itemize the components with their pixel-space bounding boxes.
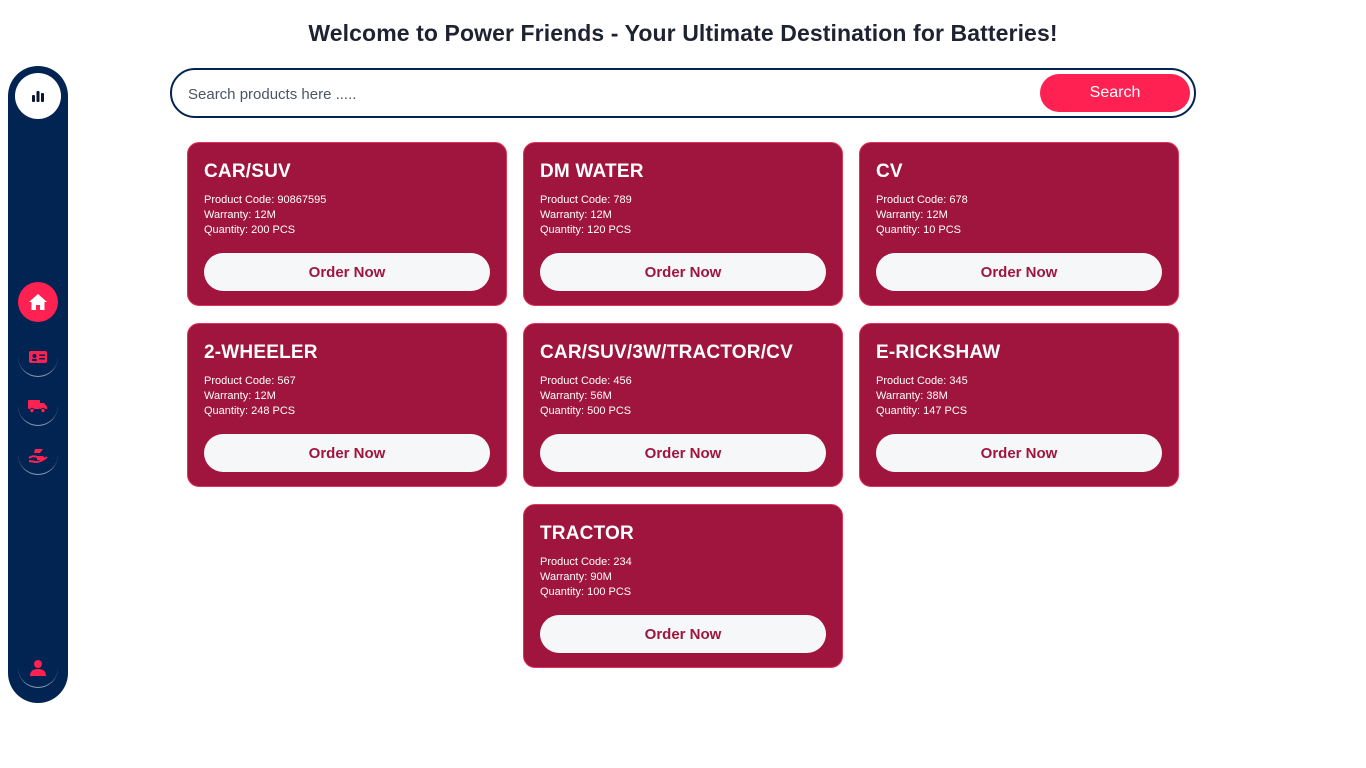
- product-card: CAR/SUV Product Code: 90867595 Warranty:…: [187, 142, 507, 306]
- quantity-value: 147 PCS: [923, 405, 968, 417]
- product-code-value: 90867595: [277, 194, 327, 206]
- product-details: Product Code: 678 Warranty: 12M Quantity…: [876, 193, 968, 238]
- product-name: DM WATER: [540, 161, 644, 182]
- search-button[interactable]: Search: [1040, 74, 1190, 112]
- product-code-value: 678: [949, 194, 968, 206]
- warranty-label: Warranty:: [540, 209, 588, 221]
- product-code-label: Product Code:: [876, 375, 947, 387]
- product-card: CAR/SUV/3W/TRACTOR/CV Product Code: 456 …: [523, 323, 843, 487]
- order-now-button[interactable]: Order Now: [540, 253, 826, 291]
- order-now-button[interactable]: Order Now: [876, 253, 1162, 291]
- quantity-label: Quantity:: [876, 405, 921, 417]
- product-name: CAR/SUV/3W/TRACTOR/CV: [540, 342, 793, 363]
- sidebar-item-support[interactable]: [18, 435, 58, 475]
- product-code-label: Product Code:: [204, 194, 275, 206]
- search-bar: Search: [170, 68, 1196, 118]
- quantity-label: Quantity:: [876, 224, 921, 236]
- warranty-label: Warranty:: [204, 390, 252, 402]
- product-code-value: 345: [949, 375, 968, 387]
- product-details: Product Code: 567 Warranty: 12M Quantity…: [204, 374, 296, 419]
- quantity-label: Quantity:: [540, 224, 585, 236]
- quantity-label: Quantity:: [540, 405, 585, 417]
- product-card: TRACTOR Product Code: 234 Warranty: 90M …: [523, 504, 843, 668]
- quantity-value: 100 PCS: [587, 586, 632, 598]
- warranty-value: 12M: [590, 209, 612, 221]
- product-details: Product Code: 90867595 Warranty: 12M Qua…: [204, 193, 326, 238]
- warranty-label: Warranty:: [876, 390, 924, 402]
- product-code-value: 789: [613, 194, 632, 206]
- warranty-value: 12M: [254, 209, 276, 221]
- warranty-value: 56M: [590, 390, 612, 402]
- user-icon: [30, 659, 46, 676]
- product-card: 2-WHEELER Product Code: 567 Warranty: 12…: [187, 323, 507, 487]
- order-now-button[interactable]: Order Now: [204, 253, 490, 291]
- id-card-icon: [29, 350, 47, 363]
- warranty-value: 12M: [254, 390, 276, 402]
- warranty-label: Warranty:: [540, 390, 588, 402]
- warranty-value: 90M: [590, 571, 612, 583]
- product-code-label: Product Code:: [204, 375, 275, 387]
- warranty-label: Warranty:: [876, 209, 924, 221]
- product-card: E-RICKSHAW Product Code: 345 Warranty: 3…: [859, 323, 1179, 487]
- product-code-label: Product Code:: [540, 194, 611, 206]
- page-title: Welcome to Power Friends - Your Ultimate…: [308, 20, 1058, 46]
- product-code-label: Product Code:: [540, 556, 611, 568]
- dashboard-chart-icon: [32, 91, 44, 102]
- order-now-button[interactable]: Order Now: [540, 615, 826, 653]
- product-name: 2-WHEELER: [204, 342, 318, 363]
- sidebar-item-profile[interactable]: [18, 648, 58, 688]
- warranty-value: 38M: [926, 390, 948, 402]
- home-icon: [29, 294, 47, 310]
- order-now-button[interactable]: Order Now: [540, 434, 826, 472]
- quantity-value: 500 PCS: [587, 405, 632, 417]
- quantity-label: Quantity:: [204, 224, 249, 236]
- quantity-value: 248 PCS: [251, 405, 296, 417]
- quantity-label: Quantity:: [540, 586, 585, 598]
- product-name: TRACTOR: [540, 523, 634, 544]
- order-now-button[interactable]: Order Now: [204, 434, 490, 472]
- sidebar: [8, 66, 68, 703]
- search-input[interactable]: [188, 82, 1028, 106]
- product-details: Product Code: 789 Warranty: 12M Quantity…: [540, 193, 632, 238]
- product-code-label: Product Code:: [540, 375, 611, 387]
- delivery-truck-icon: [28, 399, 47, 413]
- product-code-label: Product Code:: [876, 194, 947, 206]
- product-name: CAR/SUV: [204, 161, 291, 182]
- product-details: Product Code: 234 Warranty: 90M Quantity…: [540, 555, 632, 600]
- quantity-value: 10 PCS: [923, 224, 962, 236]
- hand-holding-icon: [28, 448, 48, 463]
- quantity-label: Quantity:: [204, 405, 249, 417]
- product-card: CV Product Code: 678 Warranty: 12M Quant…: [859, 142, 1179, 306]
- quantity-value: 200 PCS: [251, 224, 296, 236]
- quantity-value: 120 PCS: [587, 224, 632, 236]
- product-details: Product Code: 456 Warranty: 56M Quantity…: [540, 374, 632, 419]
- product-grid: CAR/SUV Product Code: 90867595 Warranty:…: [187, 142, 1179, 668]
- product-name: E-RICKSHAW: [876, 342, 1001, 363]
- product-card: DM WATER Product Code: 789 Warranty: 12M…: [523, 142, 843, 306]
- sidebar-item-home[interactable]: [18, 282, 58, 322]
- order-now-button[interactable]: Order Now: [876, 434, 1162, 472]
- product-details: Product Code: 345 Warranty: 38M Quantity…: [876, 374, 968, 419]
- product-code-value: 234: [613, 556, 632, 568]
- sidebar-dashboard-button[interactable]: [15, 73, 61, 119]
- product-code-value: 456: [613, 375, 632, 387]
- sidebar-item-delivery[interactable]: [18, 386, 58, 426]
- sidebar-item-id-card[interactable]: [18, 337, 58, 377]
- product-name: CV: [876, 161, 903, 182]
- warranty-value: 12M: [926, 209, 948, 221]
- warranty-label: Warranty:: [204, 209, 252, 221]
- product-code-value: 567: [277, 375, 296, 387]
- warranty-label: Warranty:: [540, 571, 588, 583]
